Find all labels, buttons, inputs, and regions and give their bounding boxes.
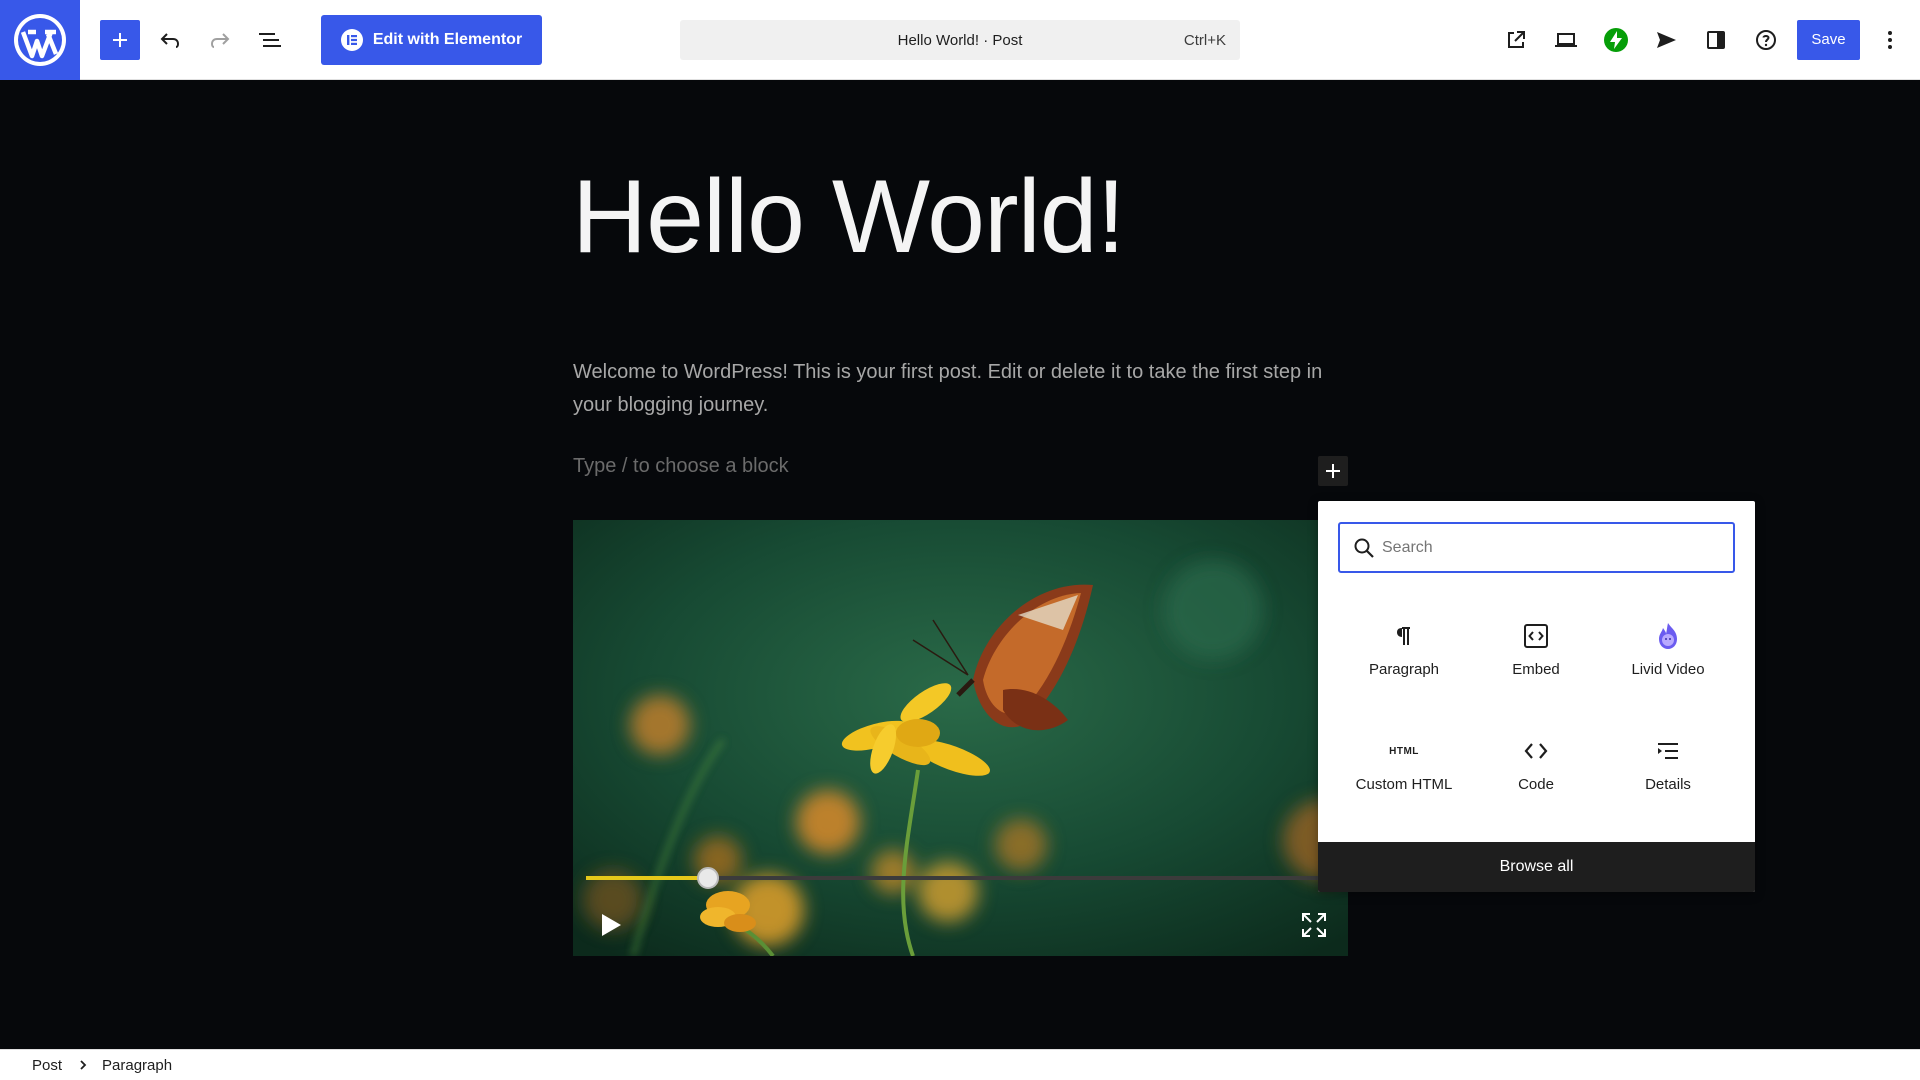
breadcrumb-item-paragraph[interactable]: Paragraph (102, 1057, 172, 1074)
video-fullscreen-button[interactable] (1299, 910, 1329, 940)
block-option-label: Livid Video (1631, 661, 1705, 678)
video-progress-fill (586, 876, 708, 880)
settings-sidebar-toggle-button[interactable] (1696, 20, 1736, 60)
editor-canvas: Hello World! Welcome to WordPress! This … (0, 80, 1920, 1049)
wordpress-logo-icon (14, 14, 66, 66)
help-icon (1756, 30, 1776, 50)
breadcrumb-item-post[interactable]: Post (32, 1057, 62, 1074)
plus-icon (113, 33, 127, 47)
play-icon (602, 914, 621, 936)
paragraph-icon (1389, 621, 1419, 651)
save-button[interactable]: Save (1797, 20, 1860, 60)
chevron-right-icon (78, 1059, 88, 1071)
block-option-livid-video[interactable]: Livid Video (1602, 591, 1734, 706)
redo-button[interactable] (200, 20, 240, 60)
more-vertical-icon (1888, 31, 1892, 49)
plus-icon (1326, 464, 1340, 478)
laptop-icon (1555, 33, 1577, 47)
video-block[interactable] (573, 520, 1348, 956)
block-types-grid: Paragraph Embed Livid Video HTML Custom … (1338, 591, 1735, 821)
block-option-label: Custom HTML (1355, 776, 1453, 793)
html-icon: HTML (1389, 736, 1419, 766)
sidebar-icon (1707, 31, 1725, 49)
publish-panel-button[interactable] (1646, 20, 1686, 60)
list-view-icon (259, 33, 281, 47)
block-option-label: Paragraph (1368, 661, 1440, 678)
block-search-field[interactable] (1338, 522, 1735, 573)
document-title: Hello World! · Post (897, 32, 1023, 49)
send-icon (1657, 32, 1676, 48)
wordpress-logo-button[interactable] (0, 0, 80, 80)
block-option-label: Code (1518, 776, 1554, 793)
block-option-embed[interactable]: Embed (1470, 591, 1602, 706)
html-icon-text: HTML (1389, 745, 1419, 757)
undo-button[interactable] (150, 20, 190, 60)
block-option-code[interactable]: Code (1470, 706, 1602, 821)
jetpack-button[interactable] (1596, 20, 1636, 60)
edit-with-elementor-label: Edit with Elementor (372, 31, 523, 48)
help-button[interactable] (1746, 20, 1786, 60)
undo-icon (160, 33, 180, 48)
elementor-icon (340, 29, 363, 51)
external-link-icon (1508, 31, 1525, 48)
code-icon (1521, 736, 1551, 766)
details-icon (1653, 736, 1683, 766)
view-post-button[interactable] (1496, 20, 1536, 60)
video-scrubber-handle[interactable] (696, 867, 719, 889)
editor-toolbar: Edit with Elementor Hello World! · Post … (0, 0, 1920, 80)
quick-inserter-popover: Paragraph Embed (1318, 501, 1755, 892)
document-overview-button[interactable] (250, 20, 290, 60)
block-option-custom-html[interactable]: HTML Custom HTML (1338, 706, 1470, 821)
search-icon (1353, 537, 1375, 559)
edit-with-elementor-button[interactable]: Edit with Elementor (321, 15, 542, 65)
command-shortcut-hint: Ctrl+K (1183, 32, 1226, 49)
block-option-paragraph[interactable]: Paragraph (1338, 591, 1470, 706)
options-menu-button[interactable] (1870, 20, 1910, 60)
block-search-input[interactable] (1382, 532, 1722, 563)
block-option-label: Details (1645, 776, 1691, 793)
video-play-button[interactable] (595, 910, 625, 940)
inline-block-inserter-button[interactable] (1318, 456, 1348, 486)
block-option-label: Embed (1512, 661, 1560, 678)
paragraph-block[interactable]: Welcome to WordPress! This is your first… (573, 356, 1343, 422)
jetpack-bolt-icon (1604, 28, 1628, 52)
block-inserter-toggle-button[interactable] (100, 20, 140, 60)
embed-icon (1521, 621, 1551, 651)
redo-icon (210, 33, 230, 48)
preview-device-button[interactable] (1546, 20, 1586, 60)
block-option-details[interactable]: Details (1602, 706, 1734, 821)
post-title[interactable]: Hello World! (572, 152, 1292, 282)
butterfly-video-frame (573, 520, 1348, 956)
fullscreen-icon (1302, 913, 1326, 937)
video-progress-bar[interactable] (586, 867, 1348, 889)
empty-paragraph-placeholder[interactable]: Type / to choose a block (573, 450, 1073, 483)
livid-video-icon (1653, 621, 1683, 651)
command-palette-bar[interactable]: Hello World! · Post Ctrl+K (680, 20, 1240, 60)
block-breadcrumb: Post Paragraph (0, 1049, 1920, 1080)
browse-all-button[interactable]: Browse all (1318, 842, 1755, 892)
